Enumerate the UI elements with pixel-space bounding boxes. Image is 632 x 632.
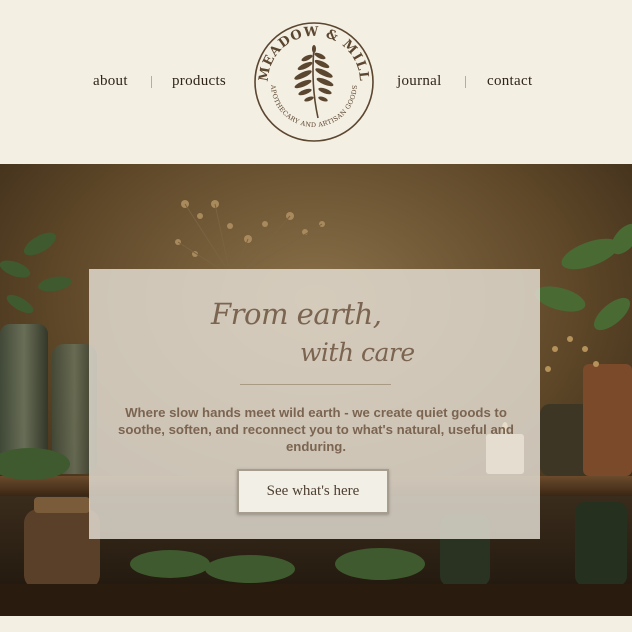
nav-separator	[151, 76, 152, 88]
fern-leaf-icon	[294, 45, 334, 119]
nav-contact[interactable]: contact	[487, 73, 532, 90]
nav-products[interactable]: products	[172, 73, 226, 90]
headline-divider	[240, 384, 391, 385]
hero-tagline: Where slow hands meet wild earth - we cr…	[118, 405, 514, 454]
hero-headline-line2: with care	[300, 338, 415, 367]
brand-seal: MEADOW & MILL APOTHECARY AND ARTISAN GOO…	[254, 22, 374, 142]
hero-headline-line1: From earth,	[211, 297, 382, 331]
see-whats-here-button[interactable]: See what's here	[237, 469, 389, 514]
nav-journal[interactable]: journal	[397, 73, 442, 90]
site-header: about products MEADOW & MILL APOTHECARY …	[0, 0, 632, 164]
nav-about[interactable]: about	[93, 73, 128, 90]
page-bottom	[0, 616, 632, 632]
nav-separator	[465, 76, 466, 88]
brand-logo[interactable]: MEADOW & MILL APOTHECARY AND ARTISAN GOO…	[252, 20, 376, 144]
